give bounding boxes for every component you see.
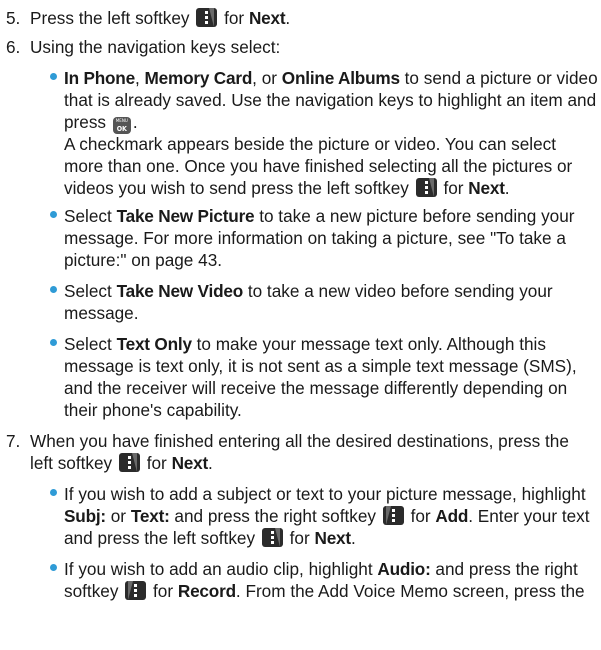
step-number: 6. [6,37,21,57]
bullet-icon [50,286,57,293]
bullet-icon [50,339,57,346]
bullet-icon [50,211,57,218]
left-softkey-icon [118,453,140,472]
left-softkey-icon [196,8,218,27]
step-text: When you have finished entering all the … [30,431,569,473]
next-label: Next [248,8,286,28]
step-text: Using the navigation keys select: [30,37,281,57]
left-softkey-icon [261,528,283,547]
right-softkey-icon [125,581,147,600]
bullet-icon [50,489,57,496]
right-softkey-icon [382,506,404,525]
step-number: 5. [6,8,21,28]
bullet-icon [50,73,57,80]
left-softkey-icon [415,178,437,197]
step-text: Press the left softkey for Next. [30,8,291,28]
menu-ok-icon: MENU OK [112,117,131,134]
manual-page: 5. Press the left softkey for Next. 6. U… [6,8,598,601]
bullet-icon [50,564,57,571]
step-number: 7. [6,431,21,451]
